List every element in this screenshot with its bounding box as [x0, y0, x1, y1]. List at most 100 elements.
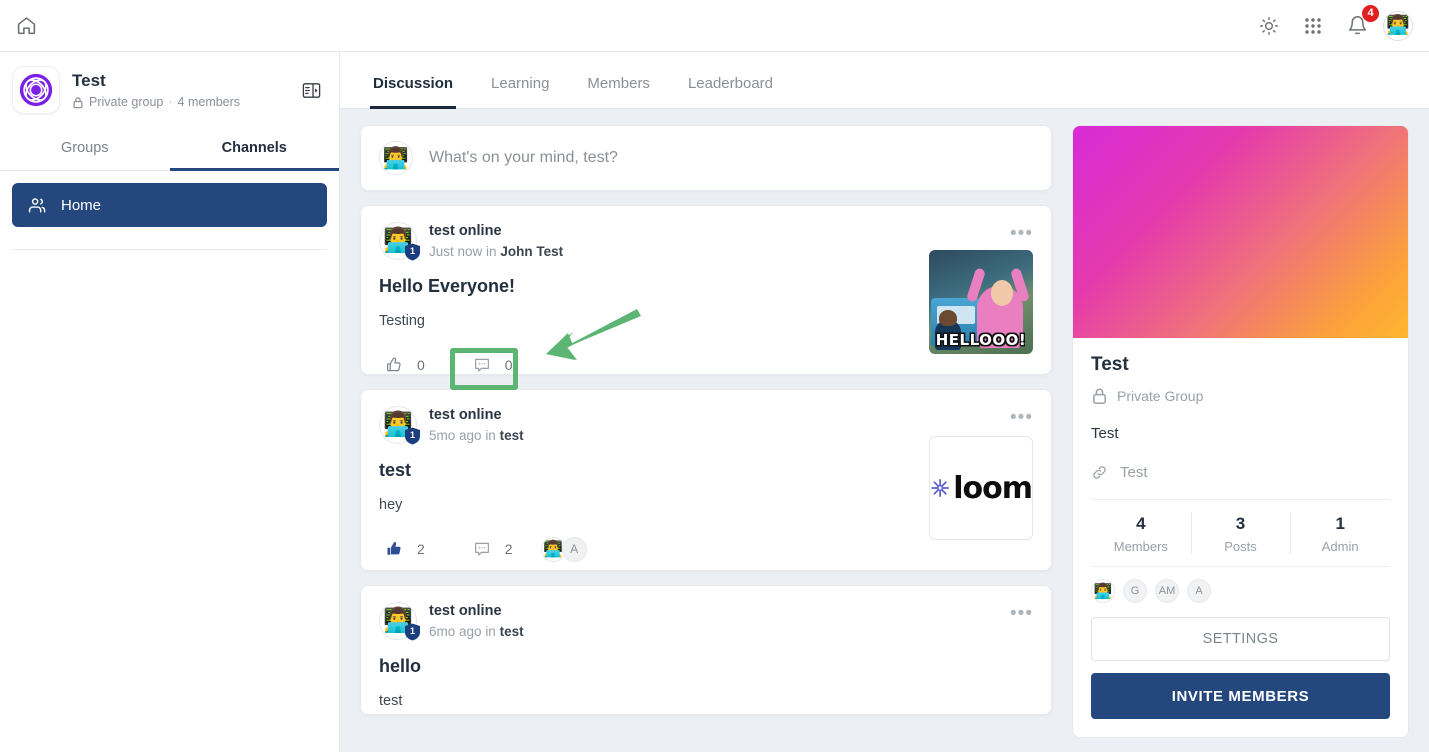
stat-members: 4 Members	[1091, 500, 1191, 566]
member-avatar: A	[1187, 579, 1211, 603]
post-title: hello	[379, 656, 422, 676]
level-badge-value: 1	[409, 246, 415, 256]
level-badge-icon: 1	[404, 243, 421, 261]
post-meta: 6mo ago in test	[429, 624, 524, 639]
tab-members[interactable]: Members	[587, 75, 650, 108]
panel-collapse-icon[interactable]	[297, 76, 325, 104]
group-info-card: Test Private Group Test Test 4 Members 3…	[1072, 125, 1409, 738]
tab-leaderboard[interactable]: Leaderboard	[688, 75, 773, 108]
gif-caption: HELLOOO!	[935, 331, 1027, 349]
gif-head-shape	[991, 280, 1013, 306]
tab-learning[interactable]: Learning	[491, 75, 549, 108]
more-options-icon[interactable]: •••	[1010, 604, 1033, 623]
main-content: Discussion Learning Members Leaderboard …	[340, 52, 1429, 752]
stat-posts: 3 Posts	[1190, 500, 1291, 566]
group-title: Test	[72, 70, 106, 90]
post-author-block: test online 6mo ago in test	[429, 602, 524, 639]
group-meta: Test Private group · 4 members	[72, 71, 297, 109]
comment-button[interactable]: 2	[467, 535, 519, 563]
sidebar-item-label: Home	[61, 196, 102, 214]
post-author-name[interactable]: test online	[429, 602, 524, 622]
composer-input[interactable]: What's on your mind, test?	[429, 149, 618, 167]
post-author-name[interactable]: test online	[429, 222, 563, 242]
sidebar-tabs: Groups Channels	[0, 128, 339, 171]
like-button[interactable]: 0	[379, 351, 431, 379]
loom-preview: loom	[929, 436, 1033, 540]
post-card: ••• 👨‍💻 1 test online Just	[360, 205, 1052, 375]
post-thumbnail[interactable]: loom	[929, 436, 1033, 540]
group-link-row[interactable]: Test	[1091, 464, 1390, 481]
post-in-label: in	[485, 427, 496, 443]
more-options-icon[interactable]: •••	[1010, 408, 1033, 427]
stat-value: 1	[1335, 514, 1345, 533]
post-time: 6mo ago	[429, 623, 482, 639]
invite-members-button[interactable]: INVITE MEMBERS	[1091, 673, 1390, 719]
comment-icon	[474, 542, 489, 556]
member-avatar-list[interactable]: 👨‍💻 G AM A	[1091, 567, 1390, 607]
member-avatar: G	[1123, 579, 1147, 603]
more-options-icon[interactable]: •••	[1010, 224, 1033, 243]
loom-wordmark: loom	[953, 470, 1032, 506]
home-icon[interactable]	[8, 8, 44, 44]
lock-icon	[73, 96, 83, 108]
avatar[interactable]: 👨‍💻 1	[379, 602, 420, 641]
post-composer[interactable]: 👨‍💻 What's on your mind, test?	[360, 125, 1052, 191]
user-avatar[interactable]: 👨‍💻	[1383, 10, 1413, 41]
post-author-name[interactable]: test online	[429, 406, 524, 426]
lock-icon	[1093, 388, 1106, 404]
tab-discussion[interactable]: Discussion	[369, 75, 457, 109]
topbar-left-section	[0, 8, 340, 44]
content-columns: 👨‍💻 What's on your mind, test? ••• 👨‍💻 1	[340, 109, 1429, 752]
post-header: 👨‍💻 1 test online 6mo ago in tes	[379, 602, 1033, 641]
sidebar-divider	[12, 249, 327, 250]
post-time: Just now	[429, 243, 483, 259]
notification-badge: 4	[1361, 3, 1380, 23]
sun-icon[interactable]	[1251, 8, 1287, 44]
comment-icon	[474, 358, 489, 372]
reactor-avatar: A	[561, 536, 587, 562]
gif-preview: HELLOOO!	[929, 250, 1033, 354]
post-meta: 5mo ago in test	[429, 428, 524, 443]
avatar[interactable]: 👨‍💻 1	[379, 222, 420, 261]
grid-apps-icon[interactable]	[1295, 8, 1331, 44]
member-avatar: AM	[1155, 579, 1179, 603]
like-button[interactable]: 2	[379, 535, 431, 563]
tab-channels[interactable]: Channels	[169, 128, 340, 171]
level-badge-value: 1	[409, 430, 415, 440]
topbar-right-section: 4 👨‍💻	[1251, 3, 1429, 44]
post-author-block: test online Just now in John Test	[429, 222, 563, 259]
post-author-block: test online 5mo ago in test	[429, 406, 524, 443]
post-thumbnail[interactable]: HELLOOO!	[929, 250, 1033, 354]
post-channel[interactable]: test	[500, 624, 524, 639]
group-info-panel: Test Private Group Test Test 4 Members 3…	[1072, 125, 1409, 752]
comment-button[interactable]: 0	[467, 351, 519, 379]
group-description: Test	[1091, 425, 1119, 442]
comment-count: 2	[504, 541, 513, 557]
post-card: ••• 👨‍💻 1 test online 6mo	[360, 585, 1052, 715]
level-badge-icon: 1	[404, 623, 421, 641]
stat-value: 4	[1136, 514, 1146, 533]
post-channel[interactable]: test	[500, 428, 524, 443]
tab-groups[interactable]: Groups	[0, 128, 170, 170]
people-icon	[28, 197, 46, 213]
reactor-avatars[interactable]: 👨‍💻 A	[540, 536, 587, 562]
group-logo-icon	[12, 66, 60, 114]
avatar[interactable]: 👨‍💻 1	[379, 406, 420, 445]
channel-list: Home	[0, 171, 339, 239]
thumbs-up-filled-icon	[387, 541, 401, 555]
group-action-buttons: SETTINGS INVITE MEMBERS	[1073, 607, 1408, 737]
sidebar-item-home[interactable]: Home	[12, 183, 327, 227]
post-in-label: in	[485, 623, 496, 639]
post-actions: 0 0	[379, 351, 1033, 379]
member-avatar: 👨‍💻	[1091, 579, 1115, 603]
stat-admin: 1 Admin	[1290, 500, 1390, 566]
loom-logo-icon	[931, 479, 950, 497]
app-root: 4 👨‍💻 Test	[0, 0, 1429, 752]
group-stats: 4 Members 3 Posts 1 Admin	[1091, 499, 1390, 567]
left-sidebar: Test Private group · 4 members Groups Ch…	[0, 52, 340, 752]
post-time: 5mo ago	[429, 427, 482, 443]
post-channel[interactable]: John Test	[500, 244, 563, 259]
settings-button[interactable]: SETTINGS	[1091, 617, 1390, 661]
stat-value: 3	[1235, 514, 1246, 533]
notifications-button[interactable]: 4	[1339, 3, 1380, 44]
